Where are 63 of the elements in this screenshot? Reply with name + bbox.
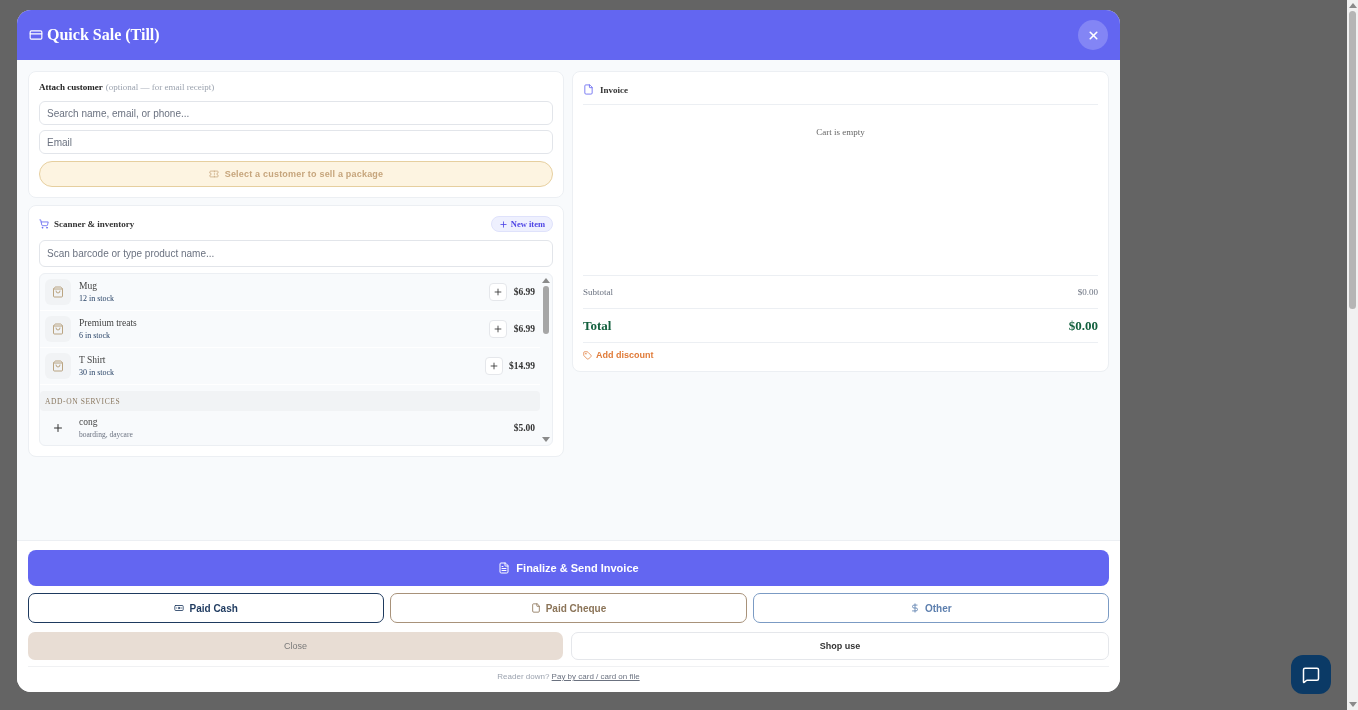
stock-count: 12 in stock <box>79 294 116 303</box>
product-name: Mug <box>79 281 98 291</box>
dollar-icon <box>910 603 920 613</box>
scroll-down-icon[interactable] <box>1348 702 1357 707</box>
customer-search-field[interactable]: Search name, email, or phone... <box>39 101 553 125</box>
plus-icon <box>493 324 503 334</box>
invoice-title: Invoice <box>600 84 628 95</box>
total-value: $0.00 <box>1068 317 1098 334</box>
window-title: Quick Sale (Till) <box>47 25 160 45</box>
add-button[interactable] <box>489 283 507 301</box>
page-scrollbar[interactable] <box>1347 0 1358 710</box>
scroll-down-icon[interactable] <box>542 437 550 442</box>
payment-button[interactable]: Paid Cash <box>28 593 385 623</box>
empty-cart-message: Cart is empty <box>816 127 865 139</box>
document-icon <box>583 84 594 95</box>
plus-icon <box>493 287 503 297</box>
service-price: $5.00 <box>513 423 535 433</box>
subtotal-label: Subtotal <box>583 287 613 297</box>
customer-label: Attach customer <box>39 82 103 92</box>
card-payment-link[interactable]: Pay by card / card on file <box>551 672 640 681</box>
email-field[interactable]: Email <box>39 130 553 154</box>
plus-icon <box>52 422 64 434</box>
product-price: $6.99 <box>513 324 535 334</box>
credit-card-icon <box>29 28 43 42</box>
optional-hint: (optional — for email receipt) <box>105 82 215 92</box>
add-discount-link[interactable]: Add discount <box>583 350 654 360</box>
scrollbar-thumb[interactable] <box>543 286 549 334</box>
add-button[interactable] <box>484 357 503 375</box>
close-icon <box>1086 28 1100 42</box>
plus-icon <box>488 361 499 371</box>
service-name: cong <box>79 417 99 427</box>
plus-icon <box>498 219 508 229</box>
chat-button[interactable] <box>1291 655 1331 694</box>
ticket-icon <box>208 169 219 179</box>
finalize-button[interactable]: Finalize & Send Invoice <box>28 550 1109 586</box>
stock-count: 30 in stock <box>79 368 116 377</box>
shopping-bag-icon <box>45 316 71 342</box>
document-icon <box>530 603 541 613</box>
product-name: Premium treats <box>79 318 138 328</box>
product-search-field[interactable]: Scan barcode or type product name... <box>39 240 553 267</box>
cart-icon <box>39 219 49 229</box>
shop-use-button[interactable]: Shop use <box>571 632 1109 660</box>
close-button[interactable]: Close <box>28 632 563 660</box>
product-name: T Shirt <box>79 355 107 365</box>
add-button[interactable] <box>489 320 507 338</box>
scrollbar-thumb[interactable] <box>1349 11 1356 309</box>
document-icon <box>498 562 511 574</box>
reader-down-note: Reader down? Pay by card / card on file <box>496 672 641 681</box>
inventory-title: Scanner & inventory <box>54 219 135 229</box>
product-price: $14.99 <box>508 361 535 371</box>
product-price: $6.99 <box>513 287 535 297</box>
new-item-button[interactable]: New item <box>490 216 553 232</box>
payment-button[interactable]: Other <box>752 593 1109 623</box>
subtotal-value: $0.00 <box>1077 287 1098 297</box>
shopping-bag-icon <box>45 353 71 379</box>
tag-icon <box>583 350 592 360</box>
chat-icon <box>1302 665 1320 684</box>
shopping-bag-icon <box>45 279 71 305</box>
total-label: Total <box>583 317 612 334</box>
close-button[interactable] <box>1078 20 1108 50</box>
stock-count: 6 in stock <box>79 331 112 340</box>
payment-button[interactable]: Paid Cheque <box>390 593 747 623</box>
banknote-icon <box>174 603 185 613</box>
